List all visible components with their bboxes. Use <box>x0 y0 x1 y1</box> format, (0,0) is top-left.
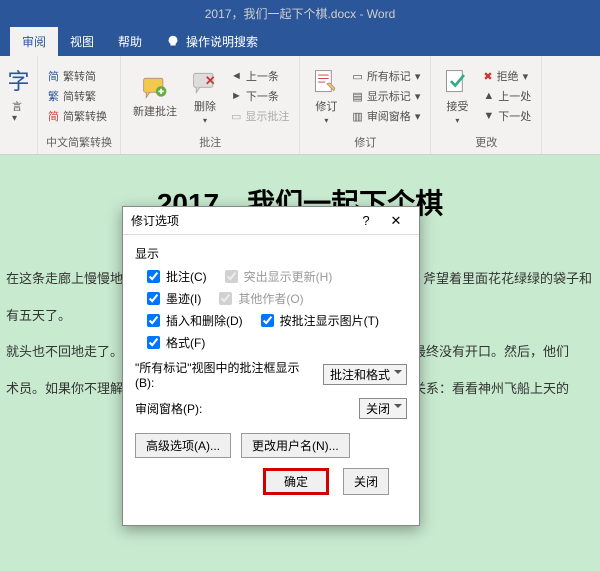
balloons-label: "所有标记"视图中的批注框显示(B): <box>135 359 317 390</box>
chk-pictures[interactable]: 按批注显示图片(T) <box>261 312 379 329</box>
display-mode-dropdown[interactable]: ▭所有标记▾ <box>350 67 422 85</box>
reviewing-pane-dropdown[interactable]: ▥审阅窗格▾ <box>350 107 422 125</box>
delete-comment-button[interactable]: 删除▾ <box>187 60 223 132</box>
delete-icon <box>191 68 219 96</box>
chk-highlight[interactable]: 突出显示更新(H) <box>225 268 333 285</box>
pane-select[interactable]: 关闭 <box>359 398 407 419</box>
arrow-down-icon: ▼ <box>483 110 494 122</box>
dialog-title: 修订选项 <box>131 212 179 229</box>
chk-formatting[interactable]: 格式(F) <box>147 334 205 351</box>
next-comment-button[interactable]: ►下一条 <box>229 87 291 105</box>
group-label: 中文简繁转换 <box>46 134 112 150</box>
dialog-close-button[interactable]: ✕ <box>381 209 411 233</box>
simp-to-trad-button[interactable]: 繁简转繁 <box>46 87 109 105</box>
list-icon: ▤ <box>352 90 362 103</box>
reject-button[interactable]: ✖拒绝▾ <box>481 67 533 85</box>
ok-button[interactable]: 确定 <box>263 468 329 495</box>
pane-label: 审阅窗格(P): <box>135 400 353 417</box>
prev-change-button[interactable]: ▲上一处 <box>481 87 533 105</box>
tab-search[interactable]: 操作说明搜索 <box>154 27 270 56</box>
chk-ink[interactable]: 墨迹(I) <box>147 290 201 307</box>
tab-review[interactable]: 审阅 <box>10 27 58 56</box>
track-changes-button[interactable]: 修订▾ <box>308 60 344 132</box>
group-label: 更改 <box>439 134 533 150</box>
ribbon: 字 言 ▾ 简繁转简 繁简转繁 简简繁转换 中文简繁转换 新建批注 删除▾ ◄上… <box>0 56 600 155</box>
balloons-select[interactable]: 批注和格式 <box>323 364 407 385</box>
arrow-up-icon: ▲ <box>483 90 494 102</box>
change-username-button[interactable]: 更改用户名(N)... <box>241 433 350 458</box>
markup-icon: ▭ <box>352 70 362 83</box>
chk-comments[interactable]: 批注(C) <box>147 268 207 285</box>
tab-help[interactable]: 帮助 <box>106 27 154 56</box>
comment-small-icon: ▭ <box>231 110 241 123</box>
arrow-right-icon: ► <box>231 90 242 102</box>
ribbon-tabs: 审阅 视图 帮助 操作说明搜索 <box>0 28 600 56</box>
prev-comment-button[interactable]: ◄上一条 <box>229 67 291 85</box>
advanced-options-button[interactable]: 高级选项(A)... <box>135 433 231 458</box>
section-label: 显示 <box>135 245 407 262</box>
arrow-left-icon: ◄ <box>231 70 242 82</box>
tab-view[interactable]: 视图 <box>58 27 106 56</box>
show-markup-dropdown[interactable]: ▤显示标记▾ <box>350 87 422 105</box>
pane-icon: ▥ <box>352 110 362 123</box>
accept-icon <box>443 68 471 96</box>
cancel-button[interactable]: 关闭 <box>343 468 389 495</box>
lightbulb-icon <box>166 35 180 49</box>
dialog-help-button[interactable]: ? <box>351 209 381 233</box>
close-icon: ✕ <box>391 213 402 229</box>
group-label: 修订 <box>308 134 422 150</box>
track-options-dialog: 修订选项 ? ✕ 显示 批注(C) 突出显示更新(H) 墨迹(I) 其他作者(O… <box>122 206 420 526</box>
reject-icon: ✖ <box>483 70 492 83</box>
font-button[interactable]: 字 言 ▾ <box>8 60 29 128</box>
trad-to-simp-button[interactable]: 简繁转简 <box>46 67 109 85</box>
window-title: 2017，我们一起下个棋.docx - Word <box>0 0 600 28</box>
track-icon <box>312 68 340 96</box>
group-label: 批注 <box>129 134 291 150</box>
accept-button[interactable]: 接受▾ <box>439 60 475 132</box>
chk-insert-delete[interactable]: 插入和删除(D) <box>147 312 243 329</box>
convert-button[interactable]: 简简繁转换 <box>46 107 109 125</box>
next-change-button[interactable]: ▼下一处 <box>481 107 533 125</box>
new-comment-button[interactable]: 新建批注 <box>129 60 181 132</box>
chk-others[interactable]: 其他作者(O) <box>219 290 303 307</box>
comment-icon <box>141 73 169 101</box>
show-comments-button[interactable]: ▭显示批注 <box>229 107 291 125</box>
